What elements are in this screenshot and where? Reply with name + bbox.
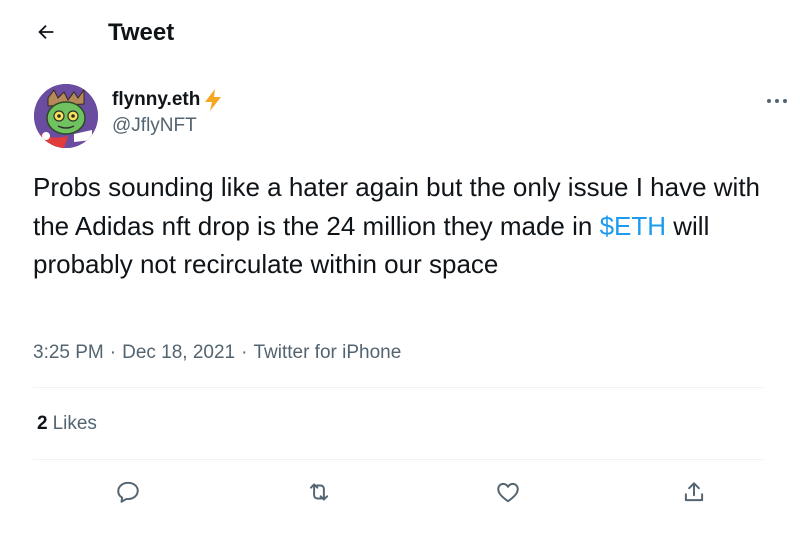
share-icon	[684, 482, 704, 502]
avatar[interactable]	[34, 84, 98, 148]
tweet-time[interactable]: 3:25 PM	[33, 340, 104, 366]
more-options-button[interactable]	[760, 88, 794, 114]
tweet-text: Probs sounding like a hater again but th…	[33, 168, 773, 284]
like-button[interactable]	[486, 470, 530, 514]
share-button[interactable]	[672, 470, 716, 514]
zombie-pfp-avatar	[34, 84, 98, 148]
tweet-actions-bar	[0, 470, 800, 514]
reply-icon	[117, 481, 139, 503]
meta-separator: ·	[109, 342, 117, 363]
back-button[interactable]	[28, 14, 64, 50]
author-handle[interactable]: @JflyNFT	[112, 114, 197, 138]
divider	[33, 459, 763, 460]
tweet-source[interactable]: Twitter for iPhone	[253, 340, 401, 366]
meta-separator: ·	[241, 342, 248, 363]
header: Tweet	[0, 0, 800, 66]
arrow-left-icon	[38, 24, 54, 40]
tweet-meta: 3:25 PM · Dec 18, 2021 · Twitter for iPh…	[33, 340, 401, 366]
likes-count: 2	[37, 413, 48, 434]
author-name-row[interactable]: flynny.eth	[112, 88, 224, 112]
cashtag-link[interactable]: $ETH	[600, 211, 666, 241]
likes-label: Likes	[52, 413, 97, 434]
tweet-detail-page: Tweet flynny.eth @JflyNFT Probs sounding…	[0, 0, 800, 535]
like-icon	[497, 482, 519, 503]
tweet-date[interactable]: Dec 18, 2021	[122, 340, 235, 366]
divider	[33, 387, 763, 388]
retweet-button[interactable]	[297, 470, 341, 514]
likes-link[interactable]: 2 Likes	[37, 412, 97, 436]
retweet-icon	[309, 483, 329, 501]
author-display-name: flynny.eth	[112, 89, 201, 110]
page-title: Tweet	[108, 19, 175, 46]
more-dots-icon	[767, 99, 787, 103]
lightning-bolt-icon	[205, 89, 222, 111]
reply-button[interactable]	[106, 470, 150, 514]
